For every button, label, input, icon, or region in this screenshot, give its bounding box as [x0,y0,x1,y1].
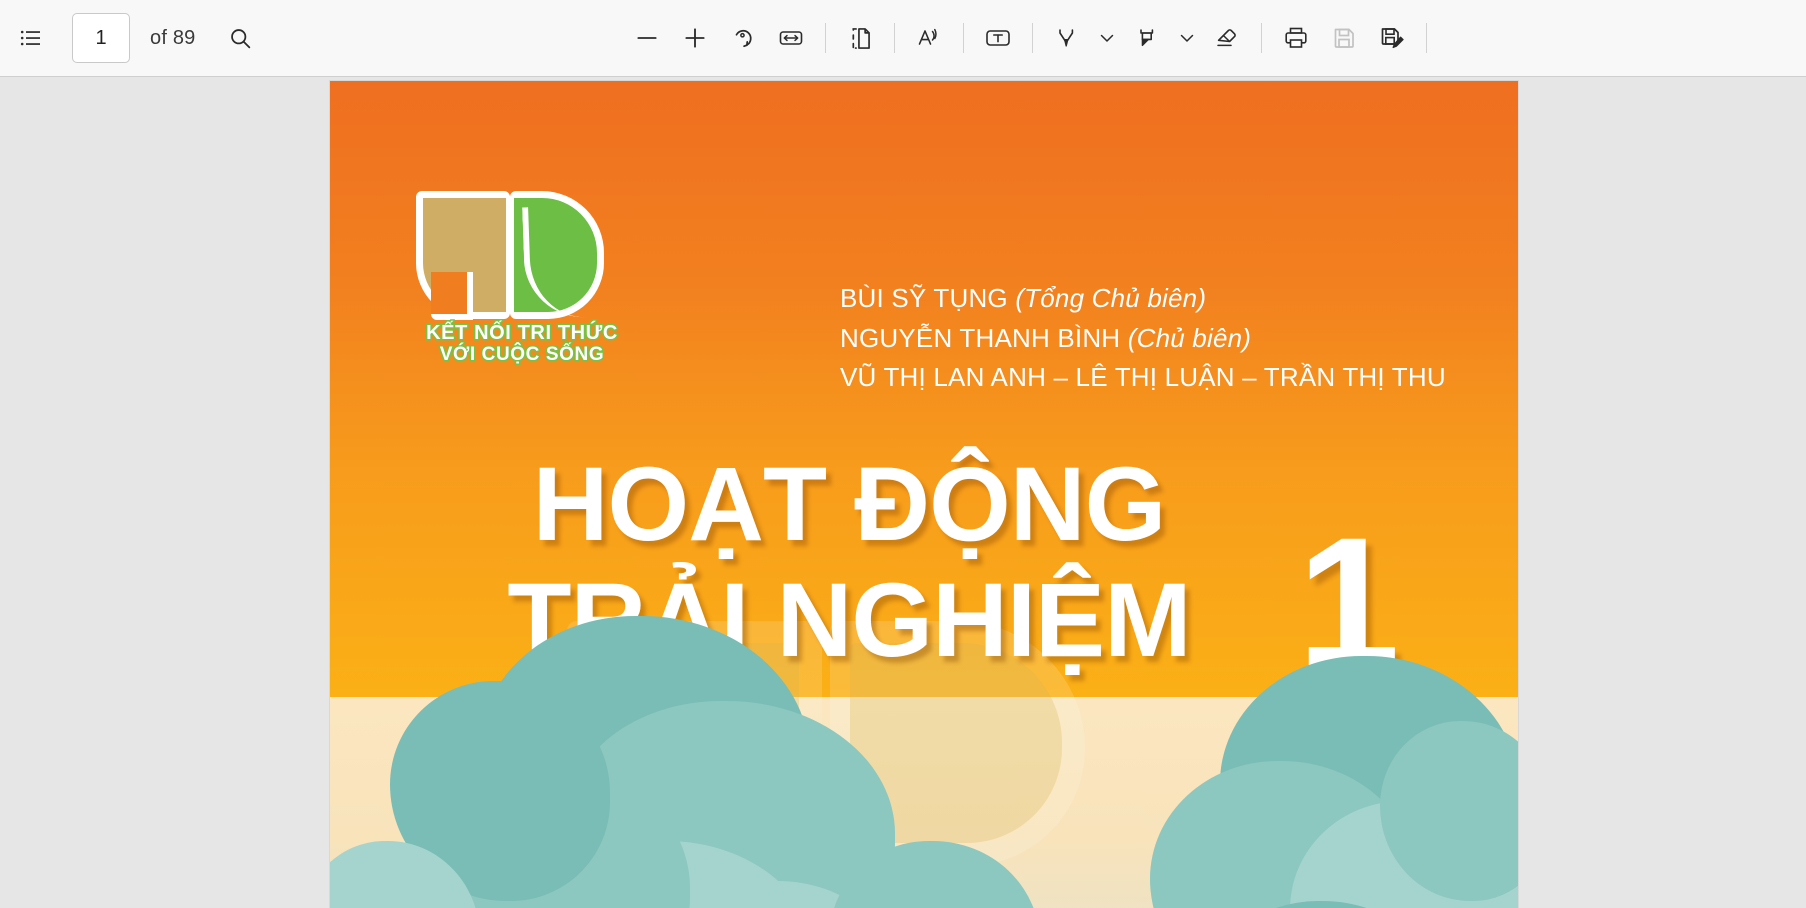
erase-button[interactable] [1204,15,1250,61]
search-button[interactable] [217,15,263,61]
author-line-1: BÙI SỸ TỤNG (Tổng Chủ biên) [840,279,1446,319]
text-box-icon [985,30,1010,46]
logo-leaf-notch [431,272,473,320]
pen-icon [1058,29,1073,47]
rotate-icon [735,29,752,48]
read-aloud-button[interactable] [906,15,952,61]
pdf-viewer-canvas[interactable]: KẾT NỐI TRI THỨC VỚI CUỘC SỐNG BÙI SỸ TỤ… [0,77,1806,908]
publisher-logo: KẾT NỐI TRI THỨC VỚI CUỘC SỐNG [416,191,628,371]
highlighter-icon [1139,29,1153,47]
pdf-page-1: KẾT NỐI TRI THỨC VỚI CUỘC SỐNG BÙI SỸ TỤ… [330,81,1518,908]
toolbar-divider [824,23,826,53]
logo-leaf-tan [416,191,510,320]
zoom-in-button[interactable] [672,15,718,61]
author-line-2: NGUYỄN THANH BÌNH (Chủ biên) [840,319,1446,359]
cover-title-block: HOẠT ĐỘNG TRẢI NGHIỆM 1 [330,441,1518,696]
rotate-button[interactable] [720,15,766,61]
chevron-down-icon [1100,34,1113,42]
logo-slogan-line1: KẾT NỐI TRI THỨC [425,321,619,345]
cover-authors: BÙI SỸ TỤNG (Tổng Chủ biên) NGUYỄN THANH… [840,279,1446,398]
fit-to-width-button[interactable] [768,15,814,61]
toolbar-divider [893,23,895,53]
pdf-toolbar: 1 of 89 [0,0,1806,77]
fit-width-icon [779,31,803,45]
page-view-icon [852,27,871,49]
logo-slogan: KẾT NỐI TRI THỨC VỚI CUỘC SỐNG [414,321,630,366]
author-name-2: NGUYỄN THANH BÌNH [840,322,1121,353]
minus-icon [637,37,657,39]
toolbar-left-group: 1 of 89 [0,13,263,63]
add-text-button[interactable] [975,15,1021,61]
toolbar-divider [1031,23,1033,53]
toolbar-center-group [263,15,1796,61]
save-button[interactable] [1321,15,1367,61]
author-name-1: BÙI SỸ TỤNG [840,283,1008,313]
chevron-down-icon [1180,34,1193,42]
list-icon [20,30,40,46]
page-total-label: of 89 [150,26,196,49]
draw-options-button[interactable] [1092,15,1122,61]
save-as-button[interactable] [1369,15,1415,61]
zoom-out-button[interactable] [624,15,670,61]
author-role-1: (Tổng Chủ biên) [1015,283,1207,313]
search-icon [231,28,251,48]
eraser-icon [1216,29,1236,47]
highlight-button[interactable] [1124,15,1170,61]
toolbar-divider [1260,23,1262,53]
toolbar-divider [962,23,964,53]
page-number-input[interactable]: 1 [72,13,130,63]
floppy-disk-pencil-icon [1381,28,1404,49]
plus-icon [685,28,705,48]
author-role-2: (Chủ biên) [1127,322,1252,353]
page-view-button[interactable] [837,15,883,61]
printer-icon [1285,27,1307,48]
read-aloud-icon [918,28,937,45]
table-of-contents-button[interactable] [8,15,54,61]
logo-leaf-green [510,191,604,320]
author-name-3: VŨ THỊ LAN ANH – LÊ THỊ LUẬN – TRẦN THỊ … [840,362,1446,393]
floppy-disk-icon [1334,28,1354,48]
print-button[interactable] [1273,15,1319,61]
logo-slogan-line2: VỚI CUỘC SỐNG [438,343,605,366]
toolbar-divider [1425,23,1427,53]
highlight-options-button[interactable] [1172,15,1202,61]
author-line-3: VŨ THỊ LAN ANH – LÊ THỊ LUẬN – TRẦN THỊ … [840,358,1446,398]
draw-button[interactable] [1044,15,1090,61]
logo-leaf-vein [522,204,600,320]
